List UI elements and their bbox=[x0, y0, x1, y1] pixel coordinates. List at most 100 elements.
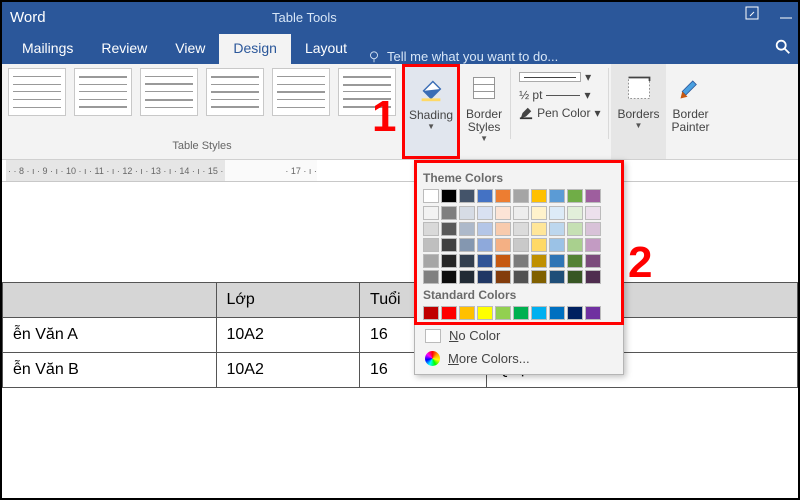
table-header-row[interactable]: Lớp Tuổi bbox=[3, 283, 798, 318]
ruler[interactable]: · · 8 · ı · 9 · ı · 10 · ı · 11 · ı · 12… bbox=[2, 160, 798, 182]
color-swatch[interactable] bbox=[513, 189, 529, 203]
color-swatch[interactable] bbox=[567, 270, 583, 284]
color-swatch[interactable] bbox=[513, 238, 529, 252]
color-swatch[interactable] bbox=[549, 206, 565, 220]
color-swatch[interactable] bbox=[513, 270, 529, 284]
color-swatch[interactable] bbox=[531, 270, 547, 284]
tab-view[interactable]: View bbox=[161, 34, 219, 64]
color-swatch[interactable] bbox=[459, 270, 475, 284]
color-swatch[interactable] bbox=[549, 270, 565, 284]
color-swatch[interactable] bbox=[459, 222, 475, 236]
color-swatch[interactable] bbox=[459, 306, 475, 320]
color-swatch[interactable] bbox=[423, 306, 439, 320]
color-swatch[interactable] bbox=[585, 206, 601, 220]
color-swatch[interactable] bbox=[549, 306, 565, 320]
color-swatch[interactable] bbox=[531, 306, 547, 320]
color-swatch[interactable] bbox=[567, 206, 583, 220]
color-swatch[interactable] bbox=[477, 222, 493, 236]
color-swatch[interactable] bbox=[477, 238, 493, 252]
color-swatch[interactable] bbox=[531, 238, 547, 252]
color-swatch[interactable] bbox=[459, 189, 475, 203]
ribbon-display-icon[interactable] bbox=[744, 5, 760, 21]
style-thumb[interactable] bbox=[206, 68, 264, 116]
color-swatch[interactable] bbox=[567, 306, 583, 320]
color-swatch[interactable] bbox=[441, 306, 457, 320]
shading-button[interactable]: Shading ▼ bbox=[402, 64, 460, 159]
color-swatch[interactable] bbox=[585, 306, 601, 320]
table-cell[interactable]: ễn Văn B bbox=[3, 353, 217, 388]
table-header-cell[interactable] bbox=[3, 283, 217, 318]
color-swatch[interactable] bbox=[441, 189, 457, 203]
color-swatch[interactable] bbox=[549, 254, 565, 268]
table-row[interactable]: ễn Văn A 10A2 16 Quận Thủ Đức bbox=[3, 318, 798, 353]
color-swatch[interactable] bbox=[513, 222, 529, 236]
border-styles-button[interactable]: Border Styles ▼ bbox=[460, 64, 508, 159]
border-painter-button[interactable]: Border Painter bbox=[666, 64, 716, 159]
color-swatch[interactable] bbox=[495, 270, 511, 284]
color-swatch[interactable] bbox=[423, 270, 439, 284]
color-swatch[interactable] bbox=[459, 206, 475, 220]
color-swatch[interactable] bbox=[441, 238, 457, 252]
color-swatch[interactable] bbox=[495, 206, 511, 220]
tab-design[interactable]: Design bbox=[219, 34, 291, 64]
color-swatch[interactable] bbox=[531, 189, 547, 203]
table-cell[interactable]: 10A2 bbox=[216, 318, 360, 353]
color-swatch[interactable] bbox=[585, 254, 601, 268]
table-style-gallery[interactable] bbox=[8, 68, 396, 116]
color-swatch[interactable] bbox=[549, 189, 565, 203]
style-thumb[interactable] bbox=[272, 68, 330, 116]
color-swatch[interactable] bbox=[585, 222, 601, 236]
user-table[interactable]: Lớp Tuổi ễn Văn A 10A2 16 Quận Thủ Đức ễ… bbox=[2, 282, 798, 388]
document-area[interactable]: Lớp Tuổi ễn Văn A 10A2 16 Quận Thủ Đức ễ… bbox=[2, 182, 798, 388]
color-swatch[interactable] bbox=[477, 306, 493, 320]
color-swatch[interactable] bbox=[531, 206, 547, 220]
color-swatch[interactable] bbox=[495, 222, 511, 236]
table-cell[interactable]: ễn Văn A bbox=[3, 318, 217, 353]
color-swatch[interactable] bbox=[549, 222, 565, 236]
color-swatch[interactable] bbox=[567, 254, 583, 268]
color-swatch[interactable] bbox=[423, 206, 439, 220]
table-header-cell[interactable]: Lớp bbox=[216, 283, 360, 318]
color-swatch[interactable] bbox=[423, 189, 439, 203]
color-swatch[interactable] bbox=[441, 222, 457, 236]
color-swatch[interactable] bbox=[459, 238, 475, 252]
color-swatch[interactable] bbox=[549, 238, 565, 252]
borders-button[interactable]: Borders ▼ bbox=[611, 64, 665, 159]
color-swatch[interactable] bbox=[513, 254, 529, 268]
color-swatch[interactable] bbox=[585, 238, 601, 252]
color-swatch[interactable] bbox=[477, 270, 493, 284]
tab-review[interactable]: Review bbox=[87, 34, 161, 64]
tell-me[interactable]: Tell me what you want to do... bbox=[367, 49, 558, 64]
color-swatch[interactable] bbox=[567, 189, 583, 203]
tab-mailings[interactable]: Mailings bbox=[8, 34, 87, 64]
color-swatch[interactable] bbox=[477, 254, 493, 268]
table-cell[interactable]: 10A2 bbox=[216, 353, 360, 388]
color-swatch[interactable] bbox=[459, 254, 475, 268]
color-swatch[interactable] bbox=[441, 206, 457, 220]
color-swatch[interactable] bbox=[567, 238, 583, 252]
color-swatch[interactable] bbox=[585, 270, 601, 284]
style-thumb[interactable] bbox=[74, 68, 132, 116]
pen-weight-selector[interactable]: ½ pt▾ bbox=[519, 88, 600, 102]
color-swatch[interactable] bbox=[585, 189, 601, 203]
line-style-selector[interactable]: ▾ bbox=[519, 70, 600, 84]
style-thumb[interactable] bbox=[8, 68, 66, 116]
color-swatch[interactable] bbox=[477, 206, 493, 220]
color-swatch[interactable] bbox=[477, 189, 493, 203]
color-swatch[interactable] bbox=[513, 306, 529, 320]
no-color-option[interactable]: No Color bbox=[415, 324, 623, 347]
color-swatch[interactable] bbox=[441, 254, 457, 268]
color-swatch[interactable] bbox=[495, 306, 511, 320]
color-swatch[interactable] bbox=[423, 238, 439, 252]
color-swatch[interactable] bbox=[531, 254, 547, 268]
color-swatch[interactable] bbox=[495, 254, 511, 268]
style-thumb[interactable] bbox=[140, 68, 198, 116]
color-swatch[interactable] bbox=[423, 254, 439, 268]
color-swatch[interactable] bbox=[531, 222, 547, 236]
table-row[interactable]: ễn Văn B 10A2 16 Quận Thủ Đức bbox=[3, 353, 798, 388]
color-swatch[interactable] bbox=[495, 189, 511, 203]
color-swatch[interactable] bbox=[513, 206, 529, 220]
color-swatch[interactable] bbox=[423, 222, 439, 236]
tab-layout[interactable]: Layout bbox=[291, 34, 361, 64]
color-swatch[interactable] bbox=[567, 222, 583, 236]
